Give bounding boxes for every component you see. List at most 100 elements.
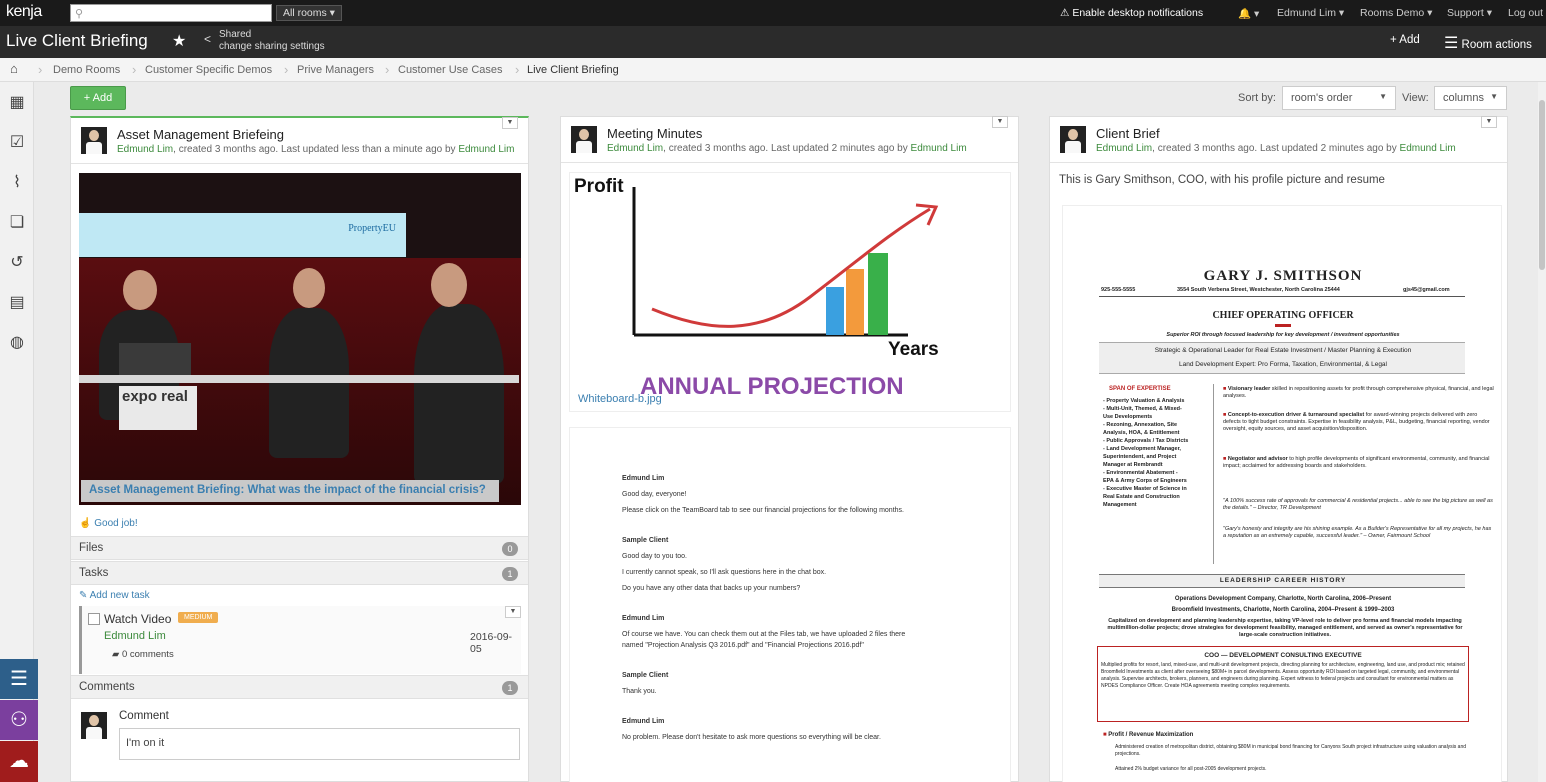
author-link[interactable]: Edmund Lim xyxy=(1096,143,1152,154)
resume-expertise-item: Superintendent, and Project xyxy=(1103,454,1177,460)
kenja-logo[interactable]: kenja xyxy=(6,3,42,21)
change-sharing-label: change sharing settings xyxy=(219,41,325,52)
breadcrumb-separator: › xyxy=(38,62,43,77)
card-asset-management: ▼ Asset Management Briefeing Edmund Lim,… xyxy=(70,116,529,782)
view-label: View: xyxy=(1402,92,1429,104)
resume-name: GARY J. SMITHSON xyxy=(1203,268,1363,284)
resume-expertise-item: - Land Development Manager, xyxy=(1103,446,1181,452)
support-menu[interactable]: Support ▾ xyxy=(1447,7,1492,19)
minutes-line: Good day to you too. xyxy=(622,553,687,560)
resume-document[interactable]: GARY J. SMITHSON 925-555-5555 3554 South… xyxy=(1062,205,1502,782)
card-header: Client Brief Edmund Lim, created 3 month… xyxy=(1050,117,1507,163)
edit-icon: ✎ xyxy=(79,590,88,601)
updater-link[interactable]: Edmund Lim xyxy=(1400,143,1456,154)
video-player[interactable]: PropertyEU expo real Asset Management Br… xyxy=(79,173,521,505)
room-actions-button[interactable]: ☰ Room actions xyxy=(1444,33,1532,53)
task-item: Watch Video MEDIUM Edmund Lim 2016-09-05… xyxy=(79,606,521,674)
minutes-speaker: Edmund Lim xyxy=(622,718,665,725)
all-rooms-dropdown[interactable]: All rooms ▾ xyxy=(276,5,342,21)
avatar xyxy=(81,712,107,739)
card-meta: Edmund Lim, created 3 months ago. Last u… xyxy=(1096,143,1456,154)
comment-label: Comment xyxy=(119,710,169,722)
members-panel-button[interactable]: ⚇ xyxy=(0,700,38,740)
author-link[interactable]: Edmund Lim xyxy=(607,143,663,154)
view-select[interactable]: columns ▼ xyxy=(1434,86,1507,110)
sort-select[interactable]: room's order ▼ xyxy=(1282,86,1396,110)
minutes-document: Edmund Lim Good day, everyone! Please cl… xyxy=(569,427,1011,782)
card-meeting-minutes: ▼ Meeting Minutes Edmund Lim, created 3 … xyxy=(560,116,1019,782)
search-input[interactable]: ⚲ xyxy=(70,4,272,22)
like-link[interactable]: ☝ Good job! xyxy=(79,518,138,529)
breadcrumb-customer-use-cases[interactable]: Customer Use Cases xyxy=(398,64,503,76)
breadcrumb-customer-specific-demos[interactable]: Customer Specific Demos xyxy=(145,64,272,76)
add-task-link[interactable]: ✎ Add new task xyxy=(79,590,150,601)
tasks-count-badge: 1 xyxy=(502,567,518,581)
comments-count-badge: 1 xyxy=(502,681,518,695)
resume-bullet-head: Negotiator and advisor xyxy=(1227,456,1288,462)
card-meta: Edmund Lim, created 3 months ago. Last u… xyxy=(607,143,967,154)
hamburger-icon: ☰ xyxy=(1444,35,1459,52)
comments-section-header[interactable]: Comments 1 xyxy=(71,675,528,699)
speaker-head xyxy=(293,268,325,308)
top-bar: kenja ⚲ All rooms ▾ ⚠ Enable desktop not… xyxy=(0,0,1546,26)
globe-icon[interactable]: ◍ xyxy=(6,332,28,354)
scrollbar-thumb[interactable] xyxy=(1539,100,1545,270)
whiteboard-image[interactable]: Profit Years ANNUAL PROJECTION Whiteboar… xyxy=(569,172,1011,412)
user-menu[interactable]: Edmund Lim ▾ xyxy=(1277,7,1344,19)
menu-panel-button[interactable]: ☰ xyxy=(0,659,38,699)
card-title[interactable]: Asset Management Briefeing xyxy=(117,127,284,142)
breadcrumb-separator: › xyxy=(515,62,520,77)
task-checkbox[interactable] xyxy=(88,613,100,625)
resume-coo-title: COO — DEVELOPMENT CONSULTING EXECUTIVE xyxy=(1204,652,1362,659)
updater-link[interactable]: Edmund Lim xyxy=(911,143,967,154)
video-frame: expo real xyxy=(79,258,521,505)
resume-job: Operations Development Company, Charlott… xyxy=(1174,596,1392,602)
resume-column-divider xyxy=(1213,384,1214,564)
breadcrumb-current: Live Client Briefing xyxy=(527,64,619,76)
chevron-down-icon: ▼ xyxy=(1490,92,1498,101)
breadcrumb: ⌂ › Demo Rooms › Customer Specific Demos… xyxy=(0,58,1546,82)
task-menu-caret[interactable]: ▼ xyxy=(505,606,521,618)
resume-expertise-item: - Public Approvals / Tax Districts xyxy=(1103,438,1189,444)
minutes-line: No problem. Please don't hesitate to ask… xyxy=(622,734,881,741)
like-label: Good job! xyxy=(94,518,138,529)
add-button-top[interactable]: + Add xyxy=(1390,34,1420,46)
files-section-header[interactable]: Files 0 xyxy=(71,536,528,560)
minutes-line: I currently cannot speak, so I'll ask qu… xyxy=(622,569,827,576)
calendar-icon[interactable]: ▤ xyxy=(6,292,28,314)
breadcrumb-separator: › xyxy=(385,62,390,77)
card-title[interactable]: Client Brief xyxy=(1096,126,1160,141)
users-icon: ⚇ xyxy=(10,709,28,731)
card-description: This is Gary Smithson, COO, with his pro… xyxy=(1059,174,1385,186)
home-icon[interactable]: ⌂ xyxy=(10,61,18,76)
tasks-section-header[interactable]: Tasks 1 xyxy=(71,561,528,585)
logout-link[interactable]: Log out xyxy=(1508,7,1543,19)
rooms-menu[interactable]: Rooms Demo ▾ xyxy=(1360,7,1432,19)
expo-real-logo: expo real xyxy=(119,386,197,430)
chat-icon[interactable]: ❏ xyxy=(6,212,28,234)
card-title[interactable]: Meeting Minutes xyxy=(607,126,702,141)
whiteboard-filename-link[interactable]: Whiteboard-b.jpg xyxy=(578,393,662,405)
breadcrumb-demo-rooms[interactable]: Demo Rooms xyxy=(53,64,120,76)
add-item-button[interactable]: + Add xyxy=(70,86,126,110)
enable-notifications-label: Enable desktop notifications xyxy=(1072,7,1204,19)
bell-dropdown[interactable]: 🔔 ▾ xyxy=(1238,7,1259,20)
resume-bullet: ■ Concept-to-execution driver & turnarou… xyxy=(1223,412,1490,432)
resume-headline-2: Land Development Expert: Pro Forma, Taxa… xyxy=(1179,361,1387,368)
enable-notifications-link[interactable]: ⚠ Enable desktop notifications xyxy=(1060,7,1203,19)
grid-icon[interactable]: ▦ xyxy=(6,92,28,114)
updater-link[interactable]: Edmund Lim xyxy=(458,144,514,155)
author-link[interactable]: Edmund Lim xyxy=(117,144,173,155)
share-icon: < xyxy=(204,32,212,46)
history-icon[interactable]: ↺ xyxy=(6,252,28,274)
comment-input[interactable]: I'm on it xyxy=(119,728,520,760)
favorite-star-icon[interactable]: ★ xyxy=(172,31,186,51)
task-assignee[interactable]: Edmund Lim xyxy=(104,630,166,642)
task-title[interactable]: Watch Video xyxy=(104,612,171,626)
paperclip-icon[interactable]: ⌇ xyxy=(6,172,28,194)
cloud-panel-button[interactable]: ☁ xyxy=(0,741,38,782)
checklist-icon[interactable]: ☑ xyxy=(6,132,28,154)
task-comments-link[interactable]: ▰ 0 comments xyxy=(112,649,174,660)
resume-bullet-head: Concept-to-execution driver & turnaround… xyxy=(1227,412,1365,418)
breadcrumb-prive-managers[interactable]: Prive Managers xyxy=(297,64,374,76)
